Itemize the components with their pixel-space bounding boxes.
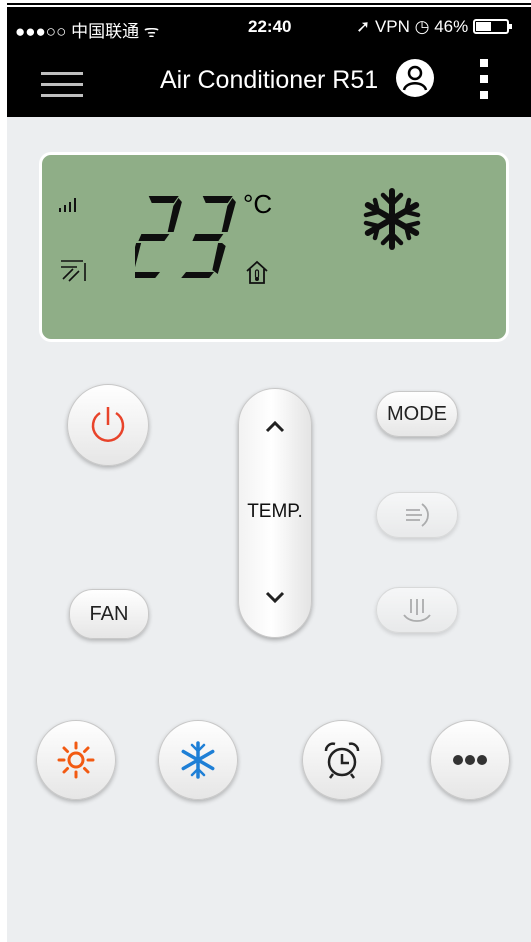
swing-horizontal-button[interactable]	[376, 492, 458, 538]
fan-button[interactable]: FAN	[69, 589, 149, 639]
swing-vertical-button[interactable]	[376, 587, 458, 633]
more-vertical-icon[interactable]	[477, 59, 491, 105]
timer-button[interactable]	[302, 720, 382, 800]
heat-mode-button[interactable]	[36, 720, 116, 800]
user-icon[interactable]	[396, 59, 434, 97]
status-right: ➚ VPN ◷ 46%	[356, 17, 469, 36]
clock: 22:40	[248, 17, 292, 36]
sun-icon	[57, 741, 95, 779]
temp-label: TEMP.	[247, 501, 303, 522]
app-frame: ●●●○○ 中国联通 ᯤ 22:40 ➚ VPN ◷ 46% Air Condi…	[7, 7, 531, 942]
page-title: Air Conditioner R51	[160, 66, 379, 94]
swing-horizontal-icon	[406, 503, 429, 527]
status-bar: ●●●○○ 中国联通 ᯤ 22:40 ➚ VPN ◷ 46%	[7, 7, 531, 45]
temperature-digits	[135, 196, 236, 278]
more-functions-button[interactable]	[430, 720, 510, 800]
temp-down-button[interactable]	[239, 567, 311, 637]
temperature-unit: °C	[243, 189, 273, 219]
carrier-label: ●●●○○ 中国联通 ᯤ	[15, 22, 160, 41]
chevron-down-icon	[265, 591, 285, 604]
swing-vertical-icon	[403, 599, 431, 622]
menu-icon[interactable]	[41, 72, 83, 98]
snowflake-icon	[363, 188, 421, 250]
nav-bar: Air Conditioner R51	[7, 45, 531, 117]
home-sensor-icon	[246, 260, 268, 284]
power-button[interactable]	[67, 384, 149, 466]
chevron-up-icon	[265, 420, 285, 433]
swing-icon	[61, 260, 86, 282]
mode-button[interactable]: MODE	[376, 391, 458, 437]
snowflake-icon	[181, 741, 215, 779]
temp-up-button[interactable]	[239, 389, 311, 459]
cool-mode-button[interactable]	[158, 720, 238, 800]
alarm-clock-icon	[324, 742, 360, 779]
power-icon	[91, 407, 125, 442]
ac-display: °C	[39, 152, 509, 342]
signal-icon	[59, 198, 76, 212]
top-rule	[7, 3, 531, 5]
temperature-rocker: TEMP.	[238, 388, 312, 638]
battery-icon	[473, 19, 512, 34]
ellipsis-icon	[453, 755, 487, 765]
